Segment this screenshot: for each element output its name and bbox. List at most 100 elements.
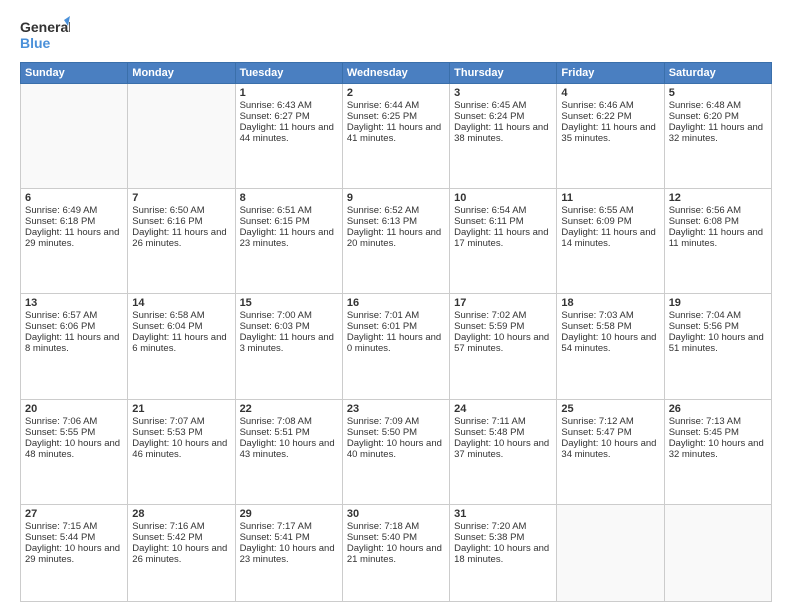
day-number: 15 bbox=[240, 297, 338, 309]
sunset: Sunset: 5:50 PM bbox=[347, 427, 417, 438]
day-cell: 18Sunrise: 7:03 AMSunset: 5:58 PMDayligh… bbox=[557, 294, 664, 399]
day-number: 12 bbox=[669, 192, 767, 204]
daylight: Daylight: 10 hours and 18 minutes. bbox=[454, 543, 549, 565]
day-number: 31 bbox=[454, 508, 552, 520]
day-cell: 16Sunrise: 7:01 AMSunset: 6:01 PMDayligh… bbox=[342, 294, 449, 399]
sunrise: Sunrise: 6:51 AM bbox=[240, 205, 312, 216]
day-cell: 30Sunrise: 7:18 AMSunset: 5:40 PMDayligh… bbox=[342, 504, 449, 601]
col-header-monday: Monday bbox=[128, 63, 235, 84]
daylight: Daylight: 10 hours and 46 minutes. bbox=[132, 438, 227, 460]
sunset: Sunset: 6:11 PM bbox=[454, 216, 524, 227]
sunset: Sunset: 6:15 PM bbox=[240, 216, 310, 227]
day-cell: 7Sunrise: 6:50 AMSunset: 6:16 PMDaylight… bbox=[128, 189, 235, 294]
sunrise: Sunrise: 6:54 AM bbox=[454, 205, 526, 216]
sunset: Sunset: 6:08 PM bbox=[669, 216, 739, 227]
sunset: Sunset: 5:59 PM bbox=[454, 321, 524, 332]
sunset: Sunset: 6:16 PM bbox=[132, 216, 202, 227]
sunset: Sunset: 6:03 PM bbox=[240, 321, 310, 332]
sunset: Sunset: 5:55 PM bbox=[25, 427, 95, 438]
day-cell: 12Sunrise: 6:56 AMSunset: 6:08 PMDayligh… bbox=[664, 189, 771, 294]
day-cell: 2Sunrise: 6:44 AMSunset: 6:25 PMDaylight… bbox=[342, 84, 449, 189]
day-cell: 29Sunrise: 7:17 AMSunset: 5:41 PMDayligh… bbox=[235, 504, 342, 601]
sunrise: Sunrise: 6:48 AM bbox=[669, 100, 741, 111]
calendar-table: SundayMondayTuesdayWednesdayThursdayFrid… bbox=[20, 62, 772, 602]
daylight: Daylight: 11 hours and 26 minutes. bbox=[132, 227, 226, 249]
day-cell: 23Sunrise: 7:09 AMSunset: 5:50 PMDayligh… bbox=[342, 399, 449, 504]
page: General Blue SundayMondayTuesdayWednesda… bbox=[0, 0, 792, 612]
sunset: Sunset: 6:06 PM bbox=[25, 321, 95, 332]
day-number: 28 bbox=[132, 508, 230, 520]
day-cell: 26Sunrise: 7:13 AMSunset: 5:45 PMDayligh… bbox=[664, 399, 771, 504]
sunset: Sunset: 6:22 PM bbox=[561, 111, 631, 122]
day-number: 9 bbox=[347, 192, 445, 204]
daylight: Daylight: 11 hours and 35 minutes. bbox=[561, 122, 655, 144]
day-cell: 27Sunrise: 7:15 AMSunset: 5:44 PMDayligh… bbox=[21, 504, 128, 601]
sunrise: Sunrise: 6:46 AM bbox=[561, 100, 633, 111]
sunset: Sunset: 5:45 PM bbox=[669, 427, 739, 438]
col-header-wednesday: Wednesday bbox=[342, 63, 449, 84]
calendar-header-row: SundayMondayTuesdayWednesdayThursdayFrid… bbox=[21, 63, 772, 84]
sunrise: Sunrise: 6:43 AM bbox=[240, 100, 312, 111]
daylight: Daylight: 10 hours and 54 minutes. bbox=[561, 332, 656, 354]
svg-text:Blue: Blue bbox=[20, 35, 51, 51]
daylight: Daylight: 10 hours and 23 minutes. bbox=[240, 543, 335, 565]
daylight: Daylight: 11 hours and 20 minutes. bbox=[347, 227, 441, 249]
sunrise: Sunrise: 7:01 AM bbox=[347, 310, 419, 321]
daylight: Daylight: 11 hours and 6 minutes. bbox=[132, 332, 226, 354]
daylight: Daylight: 10 hours and 21 minutes. bbox=[347, 543, 442, 565]
daylight: Daylight: 11 hours and 0 minutes. bbox=[347, 332, 441, 354]
day-cell: 11Sunrise: 6:55 AMSunset: 6:09 PMDayligh… bbox=[557, 189, 664, 294]
week-row-2: 6Sunrise: 6:49 AMSunset: 6:18 PMDaylight… bbox=[21, 189, 772, 294]
sunset: Sunset: 5:40 PM bbox=[347, 532, 417, 543]
daylight: Daylight: 10 hours and 29 minutes. bbox=[25, 543, 120, 565]
day-cell: 5Sunrise: 6:48 AMSunset: 6:20 PMDaylight… bbox=[664, 84, 771, 189]
day-number: 23 bbox=[347, 403, 445, 415]
sunrise: Sunrise: 7:08 AM bbox=[240, 416, 312, 427]
day-cell: 8Sunrise: 6:51 AMSunset: 6:15 PMDaylight… bbox=[235, 189, 342, 294]
week-row-1: 1Sunrise: 6:43 AMSunset: 6:27 PM Daylight… bbox=[21, 84, 772, 189]
sunset: Sunset: 5:48 PM bbox=[454, 427, 524, 438]
sunrise: Sunrise: 7:18 AM bbox=[347, 521, 419, 532]
sunrise: Sunrise: 7:02 AM bbox=[454, 310, 526, 321]
day-number: 30 bbox=[347, 508, 445, 520]
col-header-tuesday: Tuesday bbox=[235, 63, 342, 84]
sunset: Sunset: 6:25 PM bbox=[347, 111, 417, 122]
day-number: 3 bbox=[454, 87, 552, 99]
daylight: Daylight: 11 hours and 23 minutes. bbox=[240, 227, 334, 249]
sunrise: Sunrise: 6:52 AM bbox=[347, 205, 419, 216]
sunrise: Sunrise: 7:13 AM bbox=[669, 416, 741, 427]
sunrise: Sunrise: 6:56 AM bbox=[669, 205, 741, 216]
sunset: Sunset: 6:13 PM bbox=[347, 216, 417, 227]
day-cell: 24Sunrise: 7:11 AMSunset: 5:48 PMDayligh… bbox=[450, 399, 557, 504]
sunrise: Sunrise: 7:00 AM bbox=[240, 310, 312, 321]
daylight: Daylight: 10 hours and 51 minutes. bbox=[669, 332, 764, 354]
sunrise: Sunrise: 7:12 AM bbox=[561, 416, 633, 427]
col-header-friday: Friday bbox=[557, 63, 664, 84]
day-cell: 6Sunrise: 6:49 AMSunset: 6:18 PMDaylight… bbox=[21, 189, 128, 294]
day-number: 29 bbox=[240, 508, 338, 520]
day-cell: 13Sunrise: 6:57 AMSunset: 6:06 PMDayligh… bbox=[21, 294, 128, 399]
day-cell: 17Sunrise: 7:02 AMSunset: 5:59 PMDayligh… bbox=[450, 294, 557, 399]
sunset: Sunset: 6:27 PM bbox=[240, 111, 310, 122]
sunrise: Sunrise: 6:57 AM bbox=[25, 310, 97, 321]
day-number: 1 bbox=[240, 87, 338, 99]
header: General Blue bbox=[20, 16, 772, 54]
sunrise: Sunrise: 6:49 AM bbox=[25, 205, 97, 216]
day-cell: 22Sunrise: 7:08 AMSunset: 5:51 PMDayligh… bbox=[235, 399, 342, 504]
day-cell: 4Sunrise: 6:46 AMSunset: 6:22 PMDaylight… bbox=[557, 84, 664, 189]
daylight: Daylight: 11 hours and 14 minutes. bbox=[561, 227, 655, 249]
day-cell bbox=[557, 504, 664, 601]
day-number: 18 bbox=[561, 297, 659, 309]
day-number: 13 bbox=[25, 297, 123, 309]
sunset: Sunset: 5:38 PM bbox=[454, 532, 524, 543]
sunrise: Sunrise: 6:45 AM bbox=[454, 100, 526, 111]
sunset: Sunset: 6:18 PM bbox=[25, 216, 95, 227]
sunrise: Sunrise: 7:11 AM bbox=[454, 416, 526, 427]
day-cell: 21Sunrise: 7:07 AMSunset: 5:53 PMDayligh… bbox=[128, 399, 235, 504]
day-cell: 28Sunrise: 7:16 AMSunset: 5:42 PMDayligh… bbox=[128, 504, 235, 601]
sunrise: Sunrise: 7:16 AM bbox=[132, 521, 204, 532]
day-cell: 15Sunrise: 7:00 AMSunset: 6:03 PMDayligh… bbox=[235, 294, 342, 399]
day-number: 26 bbox=[669, 403, 767, 415]
day-cell bbox=[664, 504, 771, 601]
day-cell bbox=[21, 84, 128, 189]
